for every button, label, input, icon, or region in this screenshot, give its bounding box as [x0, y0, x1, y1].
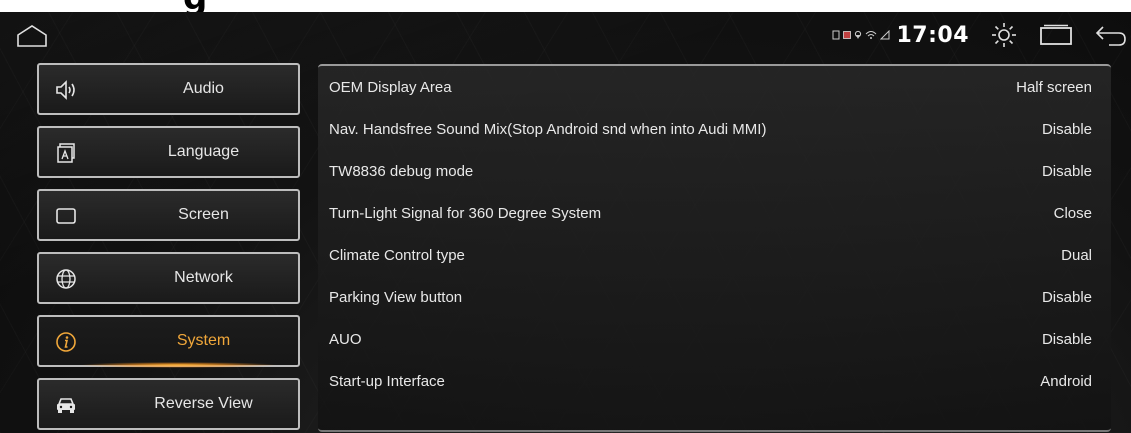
setting-value: Disable: [1041, 330, 1092, 348]
sidebar-item-label: Reverse View: [154, 395, 253, 412]
sidebar-item-network[interactable]: Network: [37, 252, 300, 304]
sidebar-item-label: Network: [174, 269, 233, 286]
brightness-icon[interactable]: [991, 22, 1017, 48]
setting-name: Parking View button: [329, 288, 463, 306]
sidebar-item-label: System: [176, 332, 231, 349]
settings-sidebar: Audio Language Screen Network System Rev…: [37, 63, 300, 433]
wifi-icon: [866, 31, 877, 39]
active-glow-indicator: [79, 362, 278, 368]
setting-name: Climate Control type: [329, 246, 465, 264]
head-unit-screen: 17:04 Audio Language Screen Network Syst…: [0, 12, 1131, 433]
setting-row-nav-handsfree-sound-mix[interactable]: Nav. Handsfree Sound Mix(Stop Android sn…: [318, 108, 1111, 150]
recent-apps-icon[interactable]: [1039, 24, 1073, 46]
notification-icon: [843, 31, 852, 39]
setting-value: Dual: [1061, 246, 1092, 264]
sidebar-item-language[interactable]: Language: [37, 126, 300, 178]
cropped-header-glyph: g: [183, 0, 207, 12]
setting-value: Android: [1040, 372, 1092, 390]
language-icon: [57, 143, 75, 163]
sidebar-item-label: Language: [167, 143, 240, 160]
setting-row-parking-view-button[interactable]: Parking View button Disable: [318, 276, 1111, 318]
sidebar-item-label: Audio: [183, 80, 224, 97]
clock-time: 17:04: [896, 22, 969, 48]
setting-row-start-up-interface[interactable]: Start-up Interface Android: [318, 360, 1111, 402]
speaker-icon: [56, 80, 75, 100]
setting-value: Close: [1053, 204, 1092, 222]
setting-name: TW8836 debug mode: [329, 162, 474, 180]
screen-icon: [56, 208, 76, 224]
setting-value: Half screen: [1016, 78, 1092, 96]
location-icon: [855, 30, 862, 39]
setting-name: AUO: [329, 330, 362, 348]
status-bar: 17:04: [0, 12, 1131, 58]
sidebar-item-system[interactable]: System: [37, 315, 300, 368]
sidebar-item-label: Screen: [178, 206, 229, 223]
setting-value: Disable: [1041, 162, 1092, 180]
settings-panel: OEM Display Area Half screen Nav. Handsf…: [318, 64, 1111, 432]
setting-row-climate-control-type[interactable]: Climate Control type Dual: [318, 234, 1111, 276]
setting-name: Turn-Light Signal for 360 Degree System: [329, 204, 602, 222]
setting-value: Disable: [1041, 288, 1092, 306]
status-right-group: 17:04: [832, 12, 1131, 58]
setting-row-tw8836-debug-mode[interactable]: TW8836 debug mode Disable: [318, 150, 1111, 192]
signal-icon: [880, 30, 890, 40]
car-icon: [57, 398, 75, 413]
setting-name: Nav. Handsfree Sound Mix(Stop Android sn…: [329, 120, 767, 138]
setting-name: OEM Display Area: [329, 78, 452, 96]
setting-row-turn-light-signal[interactable]: Turn-Light Signal for 360 Degree System …: [318, 192, 1111, 234]
sidebar-item-reverse-view[interactable]: Reverse View: [37, 378, 300, 430]
home-icon[interactable]: [16, 24, 48, 48]
sd-card-icon: [832, 30, 840, 40]
setting-row-oem-display-area[interactable]: OEM Display Area Half screen: [318, 66, 1111, 108]
setting-row-auo[interactable]: AUO Disable: [318, 318, 1111, 360]
notification-icons: [832, 30, 890, 40]
info-icon: [56, 332, 76, 352]
setting-value: Disable: [1041, 120, 1092, 138]
globe-icon: [56, 269, 76, 289]
sidebar-item-screen[interactable]: Screen: [37, 189, 300, 241]
sidebar-item-audio[interactable]: Audio: [37, 63, 300, 115]
back-icon[interactable]: [1095, 24, 1127, 46]
top-header-strip: g: [0, 0, 1131, 12]
setting-name: Start-up Interface: [329, 372, 445, 390]
